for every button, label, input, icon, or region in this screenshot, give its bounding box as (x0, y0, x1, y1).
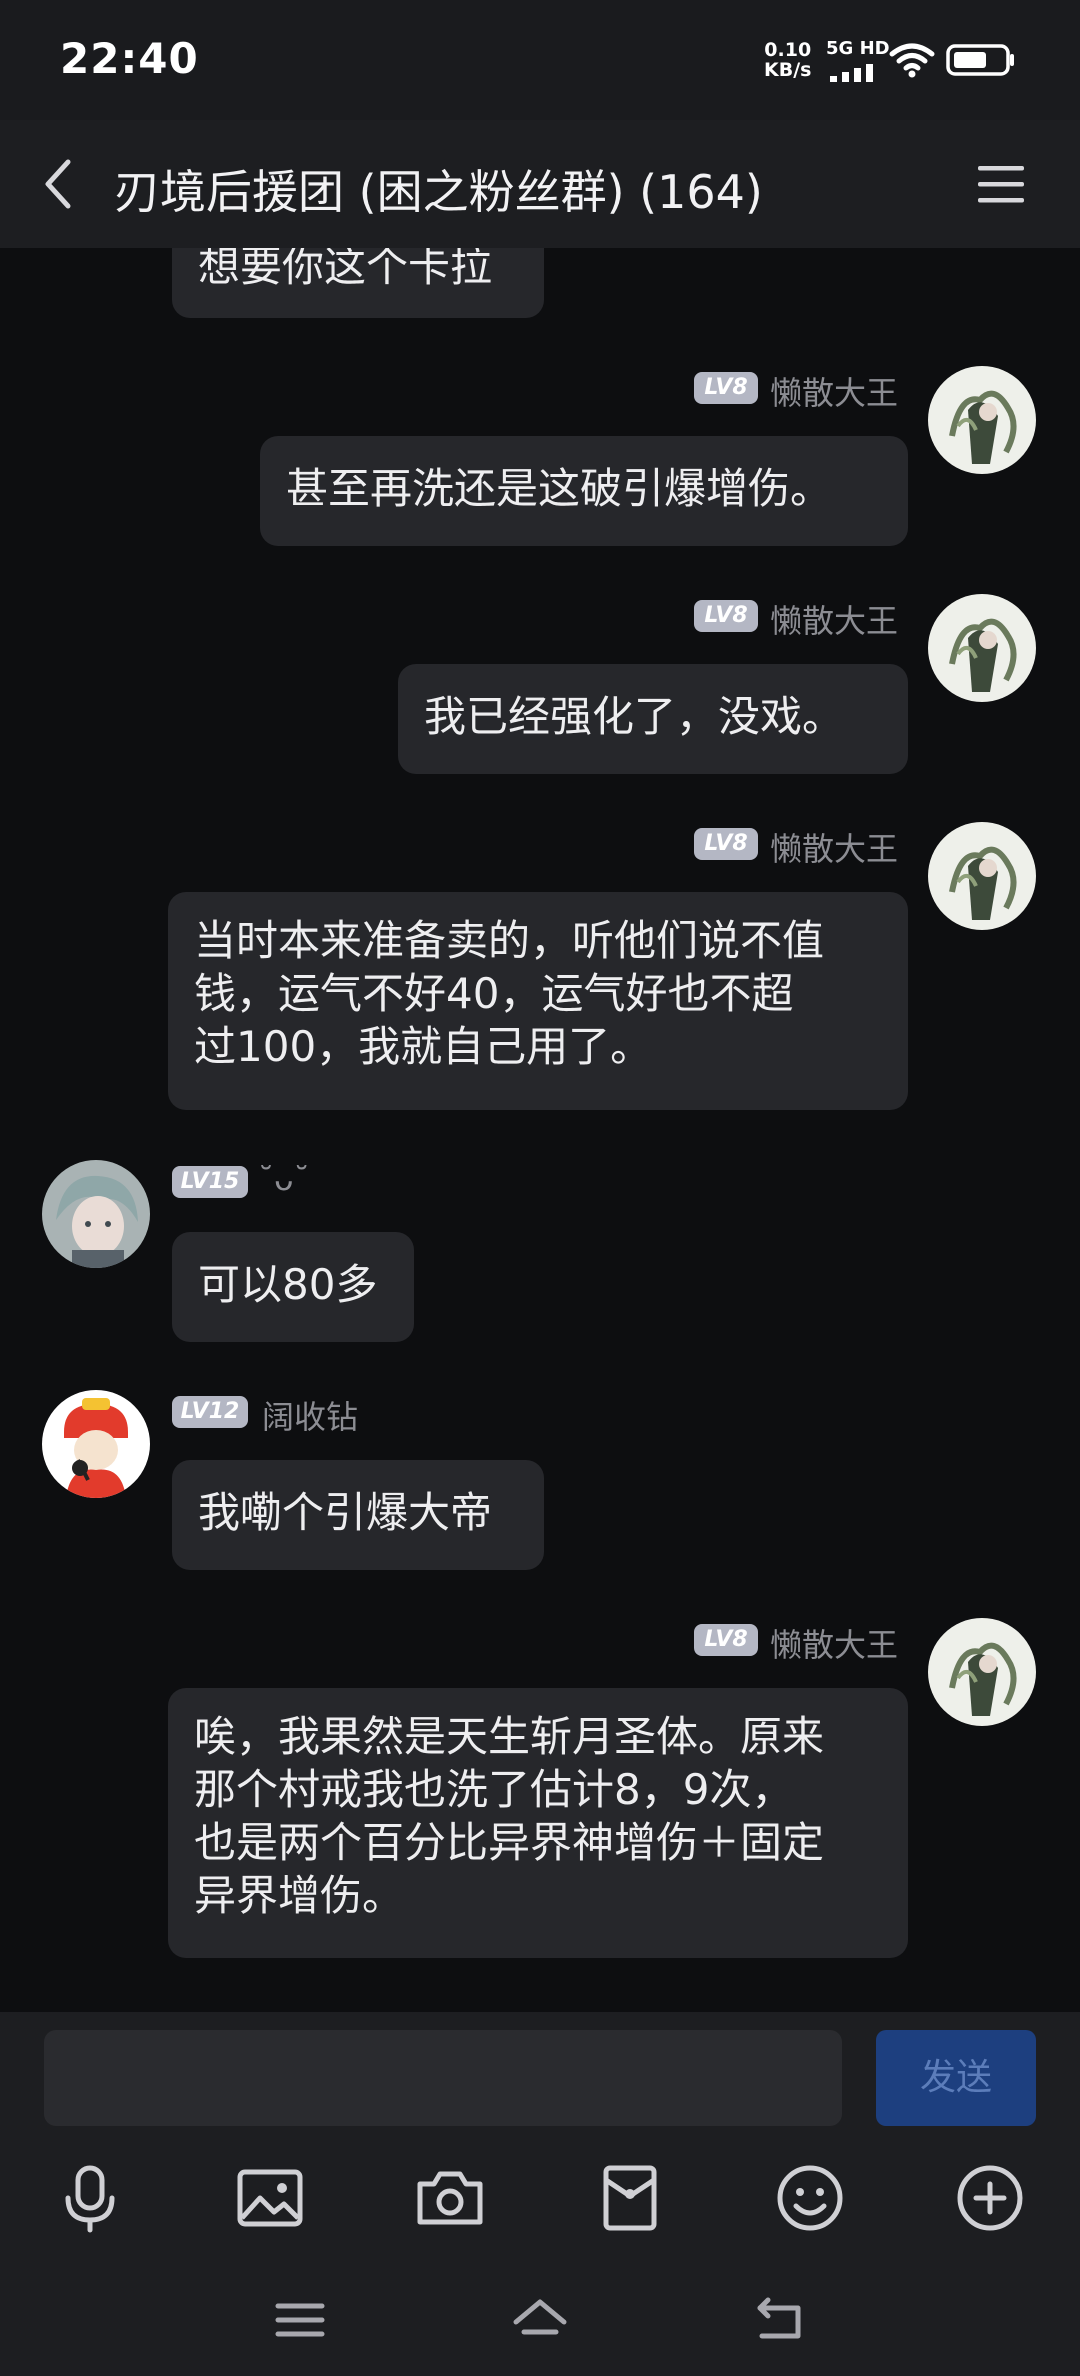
signal-icon: 5G HD (826, 38, 890, 82)
level-badge: LV12 (172, 1396, 248, 1428)
message-bubble[interactable]: 当时本来准备卖的，听他们说不值 钱，运气不好40，运气好也不超 过100，我就自… (168, 892, 908, 1110)
level-badge: LV15 (172, 1166, 248, 1198)
menu-icon[interactable] (270, 2290, 330, 2350)
home-icon[interactable] (510, 2290, 570, 2350)
menu-icon[interactable] (976, 160, 1028, 208)
message-bubble[interactable]: 我已经强化了，没戏。 (398, 664, 908, 774)
send-button[interactable]: 发送 (876, 2030, 1036, 2126)
level-badge: LV8 (694, 828, 758, 860)
message-bubble[interactable]: 唉，我果然是天生斩月圣体。原来 那个村戒我也洗了估计8，9次， 也是两个百分比异… (168, 1688, 908, 1958)
avatar[interactable] (928, 594, 1036, 702)
back-arrow-icon[interactable] (34, 154, 90, 214)
message-bubble[interactable]: 可以80多 (172, 1232, 414, 1342)
avatar[interactable] (928, 822, 1036, 930)
image-icon[interactable] (230, 2158, 310, 2238)
sender-name[interactable]: 懒散大王 (770, 824, 898, 870)
sender-name[interactable]: ˘ᴗ˘ (258, 1160, 310, 1198)
status-bar: 22:40 0.10 KB/s 5G HD (0, 0, 1080, 120)
camera-icon[interactable] (410, 2158, 490, 2238)
emoji-icon[interactable] (770, 2158, 850, 2238)
message-bubble[interactable]: 我嘞个引爆大帝 (172, 1460, 544, 1570)
sender-name[interactable]: 懒散大王 (770, 596, 898, 642)
red-packet-icon[interactable] (590, 2158, 670, 2238)
back-icon[interactable] (750, 2290, 810, 2350)
avatar[interactable] (42, 1160, 150, 1268)
level-badge: LV8 (694, 600, 758, 632)
avatar[interactable] (928, 366, 1036, 474)
avatar[interactable] (42, 1390, 150, 1498)
level-badge: LV8 (694, 372, 758, 404)
status-time: 22:40 (60, 34, 199, 83)
battery-icon (946, 44, 1014, 76)
sender-name[interactable]: 阔收钻 (262, 1392, 358, 1438)
level-badge: LV8 (694, 1624, 758, 1656)
input-bar: 发送 (0, 2012, 1080, 2376)
sender-name[interactable]: 懒散大王 (770, 368, 898, 414)
chat-title: 刃境后援团 (困之粉丝群) (164) (114, 165, 763, 219)
message-input[interactable] (44, 2030, 842, 2126)
message-bubble[interactable]: 甚至再洗还是这破引爆增伤。 (260, 436, 908, 546)
plus-icon[interactable] (950, 2158, 1030, 2238)
microphone-icon[interactable] (50, 2158, 130, 2238)
avatar[interactable] (928, 1618, 1036, 1726)
sender-name[interactable]: 懒散大王 (770, 1620, 898, 1666)
chat-header: 刃境后援团 (困之粉丝群) (164) (0, 120, 1080, 248)
network-speed: 0.10 KB/s (764, 39, 812, 81)
wifi-icon (889, 43, 935, 78)
